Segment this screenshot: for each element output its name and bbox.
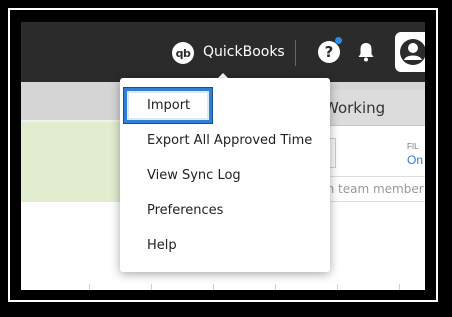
grid-line	[337, 284, 338, 290]
panel-title: Working	[324, 99, 386, 117]
app-window: qb QuickBooks ? Working FIL On ch team m…	[21, 22, 425, 290]
menu-item-help[interactable]: Help	[120, 228, 330, 263]
grid-line	[213, 284, 214, 290]
grid-line	[151, 284, 152, 290]
user-icon	[400, 39, 425, 65]
menu-item-preferences[interactable]: Preferences	[120, 193, 330, 228]
menu-item-view-sync-log[interactable]: View Sync Log	[120, 158, 330, 193]
grid-line	[399, 284, 400, 290]
quickbooks-menu-button[interactable]: QuickBooks	[203, 44, 285, 60]
notification-dot	[335, 37, 342, 44]
grid-line	[275, 284, 276, 290]
bell-icon[interactable]	[357, 42, 375, 62]
grid-line	[89, 284, 90, 290]
menu-item-import[interactable]: Import	[120, 88, 330, 123]
highlighted-row	[21, 122, 131, 202]
avatar[interactable]	[395, 32, 425, 72]
topbar-divider	[295, 40, 296, 66]
filter-label: FIL	[407, 142, 419, 151]
filter-value-link[interactable]: On	[407, 153, 423, 167]
quickbooks-dropdown-menu: Import Export All Approved Time View Syn…	[120, 78, 330, 272]
search-placeholder: ch team member	[320, 182, 424, 196]
quickbooks-logo-icon[interactable]: qb	[172, 42, 194, 64]
menu-item-export-approved-time[interactable]: Export All Approved Time	[120, 123, 330, 158]
help-icon[interactable]: ?	[318, 41, 340, 63]
